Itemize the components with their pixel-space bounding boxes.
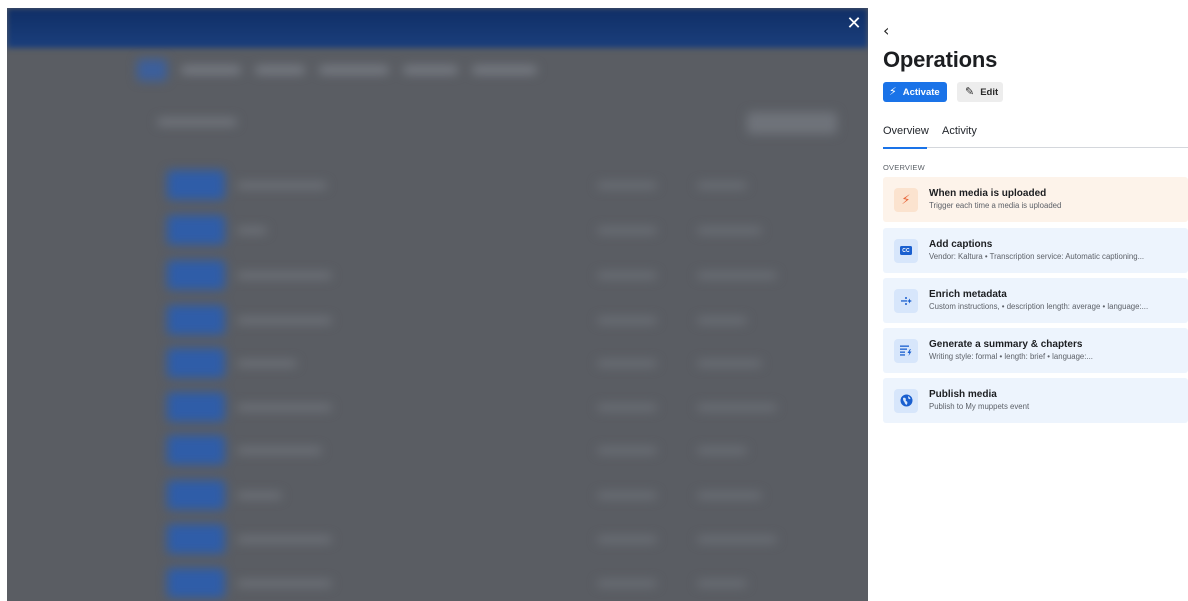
page-title: Operations xyxy=(883,47,998,72)
background-nav xyxy=(137,59,577,81)
background-row xyxy=(167,168,847,202)
background-text xyxy=(237,579,332,587)
background-cell xyxy=(597,226,657,234)
card-title: When media is uploaded xyxy=(929,188,1047,199)
background-cell xyxy=(697,535,777,543)
lightning-icon: ⚡ xyxy=(894,187,918,212)
background-app-overlay xyxy=(7,8,868,601)
close-icon[interactable]: ✕ xyxy=(844,14,864,34)
background-cell xyxy=(697,271,777,279)
background-thumbnail xyxy=(167,524,225,554)
background-cell xyxy=(597,359,657,367)
card-title: Add captions xyxy=(929,239,993,250)
background-nav-item xyxy=(319,66,389,74)
back-chevron-icon[interactable]: ‹ xyxy=(883,22,899,40)
card-subtitle: Vendor: Kaltura • Transcription service:… xyxy=(929,252,1145,261)
card-subtitle: Trigger each time a media is uploaded xyxy=(929,201,1062,210)
background-row xyxy=(167,478,847,512)
card-subtitle: Writing style: formal • length: brief • … xyxy=(929,352,1093,361)
background-row xyxy=(167,346,847,380)
background-text xyxy=(237,491,282,499)
card-subtitle: Custom instructions, • description lengt… xyxy=(929,302,1149,311)
background-cell xyxy=(697,226,762,234)
background-text xyxy=(237,359,297,367)
activate-button[interactable]: ⚡ Activate xyxy=(883,82,947,102)
sparkle-metadata-icon xyxy=(894,288,918,313)
tab-overview[interactable]: Overview xyxy=(883,124,929,149)
background-button xyxy=(747,112,837,134)
background-text xyxy=(237,181,327,189)
step-card-add-captions[interactable]: CC Add captions Vendor: Kaltura • Transc… xyxy=(883,228,1188,273)
captions-icon: CC xyxy=(894,238,918,263)
action-buttons: ⚡ Activate ✎ Edit xyxy=(883,82,1003,102)
background-cell xyxy=(697,579,747,587)
globe-icon xyxy=(894,388,918,413)
background-text xyxy=(237,226,267,234)
background-cell xyxy=(697,316,747,324)
background-cell xyxy=(597,316,657,324)
background-thumbnail xyxy=(167,348,225,378)
background-row xyxy=(167,303,847,337)
background-row xyxy=(167,433,847,467)
background-cell xyxy=(597,579,657,587)
background-nav-item xyxy=(472,66,537,74)
background-cell xyxy=(597,535,657,543)
background-nav-item xyxy=(403,66,458,74)
step-card-publish-media[interactable]: Publish media Publish to My muppets even… xyxy=(883,378,1188,423)
step-card-enrich-metadata[interactable]: Enrich metadata Custom instructions, • d… xyxy=(883,278,1188,323)
background-cell xyxy=(697,403,777,411)
background-cell xyxy=(597,271,657,279)
background-thumbnail xyxy=(167,435,225,465)
card-subtitle: Publish to My muppets event xyxy=(929,402,1030,411)
trigger-card-media-uploaded[interactable]: ⚡ When media is uploaded Trigger each ti… xyxy=(883,177,1188,222)
card-title: Enrich metadata xyxy=(929,289,1007,300)
step-card-generate-summary[interactable]: Generate a summary & chapters Writing st… xyxy=(883,328,1188,373)
cc-badge: CC xyxy=(900,246,912,255)
background-text xyxy=(237,535,332,543)
background-row xyxy=(167,258,847,292)
background-thumbnail xyxy=(167,305,225,335)
background-thumbnail xyxy=(167,260,225,290)
tab-activity[interactable]: Activity xyxy=(942,124,980,148)
operations-drawer: ‹ Operations ⚡ Activate ✎ Edit Overview … xyxy=(868,0,1188,601)
pencil-icon: ✎ xyxy=(965,86,975,98)
background-thumbnail xyxy=(167,392,225,422)
background-cell xyxy=(697,446,747,454)
card-title: Generate a summary & chapters xyxy=(929,339,1083,350)
background-cell xyxy=(597,446,657,454)
tab-bar: Overview Activity xyxy=(883,124,1188,149)
edit-label: Edit xyxy=(980,86,999,98)
background-thumbnail xyxy=(167,215,225,245)
background-text xyxy=(237,446,322,454)
background-text xyxy=(237,403,332,411)
background-thumbnail xyxy=(167,170,225,200)
card-title: Publish media xyxy=(929,389,997,400)
background-row xyxy=(167,566,847,600)
background-text xyxy=(237,271,332,279)
edit-button[interactable]: ✎ Edit xyxy=(957,82,1003,102)
background-heading xyxy=(157,118,237,126)
background-nav-item xyxy=(255,66,305,74)
background-cell xyxy=(697,181,747,189)
lightning-icon: ⚡ xyxy=(889,86,897,98)
background-cell xyxy=(697,359,762,367)
activate-label: Activate xyxy=(902,86,940,98)
background-row xyxy=(167,390,847,424)
background-cell xyxy=(697,491,762,499)
background-nav-item xyxy=(181,66,241,74)
background-thumbnail xyxy=(167,568,225,598)
background-row xyxy=(167,522,847,556)
background-text xyxy=(237,316,332,324)
summary-chapters-icon xyxy=(894,338,918,363)
section-label: OVERVIEW xyxy=(883,163,925,172)
background-logo xyxy=(137,59,167,81)
background-content xyxy=(7,8,868,601)
background-row xyxy=(167,213,847,247)
background-cell xyxy=(597,491,657,499)
background-cell xyxy=(597,181,657,189)
background-thumbnail xyxy=(167,480,225,510)
background-cell xyxy=(597,403,657,411)
